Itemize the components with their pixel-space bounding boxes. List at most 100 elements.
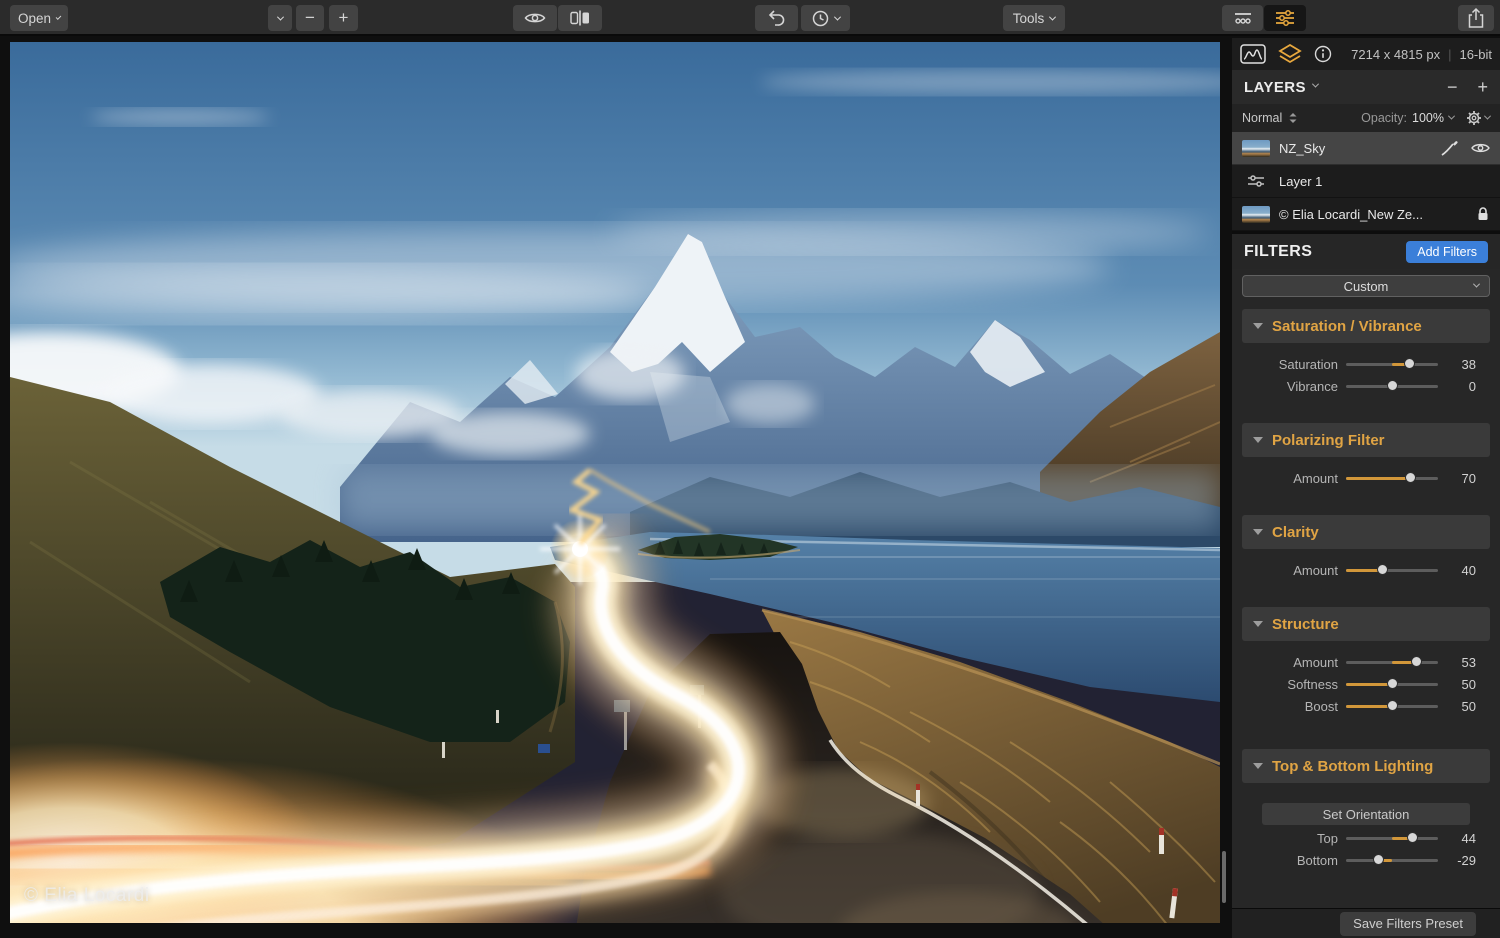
zoom-out-button[interactable]: − bbox=[296, 5, 324, 31]
chevron-down-icon bbox=[833, 13, 840, 20]
chevron-down-icon bbox=[276, 13, 283, 20]
opacity-select[interactable]: Opacity: 100% bbox=[1361, 111, 1454, 125]
zoom-in-button[interactable]: + bbox=[329, 5, 358, 31]
collapse-triangle-icon bbox=[1253, 529, 1263, 535]
filters-header: FILTERS Add Filters bbox=[1232, 234, 1500, 269]
slider-value: 50 bbox=[1446, 677, 1476, 692]
filter-group-title: Top & Bottom Lighting bbox=[1272, 758, 1433, 775]
filter-slider-row: Amount40 bbox=[1232, 559, 1500, 581]
open-button[interactable]: Open bbox=[10, 5, 68, 31]
filter-group-header[interactable]: Polarizing Filter bbox=[1242, 423, 1490, 457]
panel-scrollbar[interactable] bbox=[1222, 851, 1226, 903]
chevron-down-icon bbox=[1312, 81, 1319, 88]
filters-panel-toggle-button[interactable] bbox=[1264, 5, 1306, 31]
filter-slider-row: Bottom-29 bbox=[1232, 849, 1500, 871]
quick-preview-button[interactable] bbox=[513, 5, 557, 31]
filter-group-header[interactable]: Saturation / Vibrance bbox=[1242, 309, 1490, 343]
filter-slider-row: Saturation38 bbox=[1232, 353, 1500, 375]
slider-track[interactable] bbox=[1346, 849, 1438, 871]
up-down-icon bbox=[1288, 112, 1298, 124]
slider-fill bbox=[1346, 683, 1392, 686]
slider-track[interactable] bbox=[1346, 827, 1438, 849]
layer-row[interactable]: © Elia Locardi_New Ze... bbox=[1232, 198, 1500, 231]
slider-thumb[interactable] bbox=[1387, 380, 1398, 391]
slider-track[interactable] bbox=[1346, 651, 1438, 673]
slider-thumb[interactable] bbox=[1407, 832, 1418, 843]
layer-list: NZ_SkyLayer 1 © Elia Locardi_New Ze... bbox=[1232, 132, 1500, 231]
lock-icon[interactable] bbox=[1476, 206, 1490, 222]
slider-track[interactable] bbox=[1346, 375, 1438, 397]
slider-label: Vibrance bbox=[1242, 379, 1338, 394]
filter-slider-row: Amount53 bbox=[1232, 651, 1500, 673]
bottom-bar-toggle-button[interactable] bbox=[1222, 5, 1263, 31]
slider-track[interactable] bbox=[1346, 353, 1438, 375]
tools-button[interactable]: Tools bbox=[1003, 5, 1065, 31]
filter-group-title: Polarizing Filter bbox=[1272, 432, 1385, 449]
save-filters-preset-button[interactable]: Save Filters Preset bbox=[1340, 912, 1476, 936]
export-button[interactable] bbox=[1458, 5, 1494, 31]
slider-thumb[interactable] bbox=[1405, 472, 1416, 483]
slider-fill bbox=[1346, 705, 1392, 708]
layers-title-dropdown[interactable]: LAYERS bbox=[1244, 79, 1318, 96]
undo-button[interactable] bbox=[755, 5, 798, 31]
set-orientation-button[interactable]: Set Orientation bbox=[1262, 803, 1470, 825]
history-button[interactable] bbox=[801, 5, 850, 31]
compare-split-icon bbox=[570, 10, 590, 26]
slider-thumb[interactable] bbox=[1387, 678, 1398, 689]
filter-group-header[interactable]: Top & Bottom Lighting bbox=[1242, 749, 1490, 783]
opacity-label: Opacity: bbox=[1361, 111, 1407, 125]
slider-track[interactable] bbox=[1346, 467, 1438, 489]
photo bbox=[10, 42, 1220, 923]
brush-icon[interactable] bbox=[1440, 139, 1458, 157]
slider-value: 53 bbox=[1446, 655, 1476, 670]
filter-group-body: Amount53Softness50Boost50 bbox=[1232, 641, 1500, 749]
gear-icon bbox=[1466, 110, 1482, 126]
bottom-bar-icon bbox=[1232, 10, 1254, 26]
layer-row[interactable]: NZ_Sky bbox=[1232, 132, 1500, 165]
top-toolbar: Open − + Tools bbox=[0, 0, 1500, 36]
layers-header: LAYERS − + bbox=[1232, 70, 1500, 104]
eye-icon bbox=[524, 11, 546, 25]
layer-name: © Elia Locardi_New Ze... bbox=[1279, 207, 1467, 222]
histogram-icon[interactable] bbox=[1240, 44, 1266, 64]
zoom-preset-dropdown-button[interactable] bbox=[268, 5, 292, 31]
layer-row[interactable]: Layer 1 bbox=[1232, 165, 1500, 198]
slider-thumb[interactable] bbox=[1404, 358, 1415, 369]
remove-layer-button[interactable]: − bbox=[1447, 78, 1458, 96]
slider-thumb[interactable] bbox=[1377, 564, 1388, 575]
layer-row-icons bbox=[1476, 206, 1490, 222]
add-layer-button[interactable]: + bbox=[1477, 78, 1488, 96]
slider-track[interactable] bbox=[1346, 559, 1438, 581]
photo-editor-window: Open − + Tools bbox=[0, 0, 1500, 938]
compare-view-button[interactable] bbox=[558, 5, 602, 31]
layers-panel-icon[interactable] bbox=[1278, 44, 1302, 64]
blend-mode-select[interactable]: Normal bbox=[1242, 111, 1298, 125]
filter-slider-row: Top44 bbox=[1232, 827, 1500, 849]
sidebar-footer: Save Filters Preset bbox=[1232, 908, 1500, 938]
add-filters-button[interactable]: Add Filters bbox=[1406, 241, 1488, 263]
slider-label: Saturation bbox=[1242, 357, 1338, 372]
filter-slider-row: Softness50 bbox=[1232, 673, 1500, 695]
slider-track[interactable] bbox=[1346, 673, 1438, 695]
slider-label: Boost bbox=[1242, 699, 1338, 714]
chevron-down-icon bbox=[1448, 112, 1455, 119]
filter-slider-row: Boost50 bbox=[1232, 695, 1500, 717]
slider-value: 0 bbox=[1446, 379, 1476, 394]
slider-thumb[interactable] bbox=[1373, 854, 1384, 865]
slider-thumb[interactable] bbox=[1411, 656, 1422, 667]
filter-group-body: Amount70 bbox=[1232, 457, 1500, 515]
layer-settings-button[interactable] bbox=[1466, 110, 1490, 126]
photo-canvas[interactable]: © Elia Locardi bbox=[10, 42, 1220, 923]
slider-track[interactable] bbox=[1346, 695, 1438, 717]
open-button-label: Open bbox=[18, 11, 51, 26]
layer-visibility-eye-icon[interactable] bbox=[1471, 142, 1490, 154]
filter-group-header[interactable]: Clarity bbox=[1242, 515, 1490, 549]
filters-preset-select[interactable]: Custom bbox=[1242, 275, 1490, 297]
slider-thumb[interactable] bbox=[1387, 700, 1398, 711]
filter-group-header[interactable]: Structure bbox=[1242, 607, 1490, 641]
sliders-icon bbox=[1274, 9, 1296, 27]
collapse-triangle-icon bbox=[1253, 323, 1263, 329]
filter-group-title: Saturation / Vibrance bbox=[1272, 318, 1422, 335]
info-icon[interactable] bbox=[1314, 45, 1332, 63]
collapse-triangle-icon bbox=[1253, 763, 1263, 769]
